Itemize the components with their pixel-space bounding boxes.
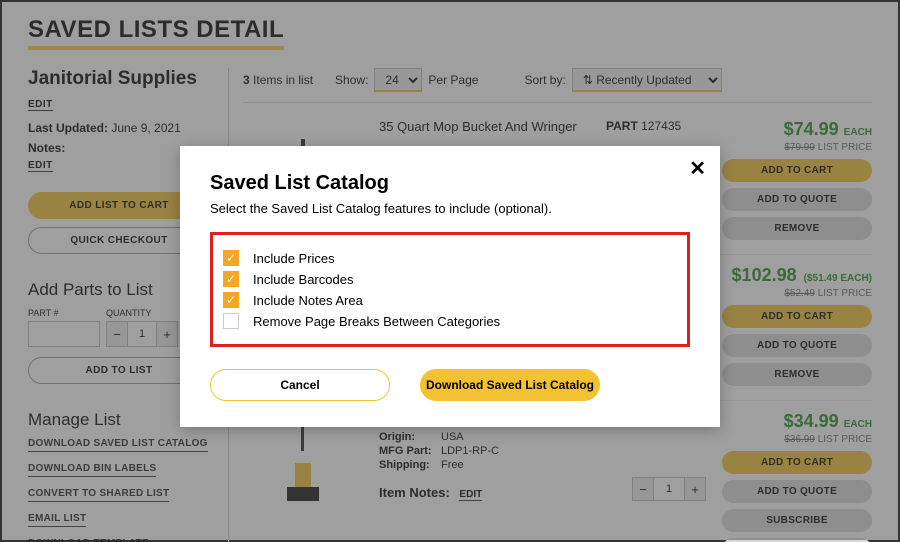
- remove-page-breaks-label: Remove Page Breaks Between Categories: [253, 314, 500, 329]
- close-icon[interactable]: ✕: [689, 156, 706, 181]
- checkbox-checked-icon[interactable]: ✓: [223, 292, 239, 308]
- checkbox-unchecked-icon[interactable]: [223, 313, 239, 329]
- modal-overlay: ✕ Saved List Catalog Select the Saved Li…: [2, 2, 898, 540]
- cancel-button[interactable]: Cancel: [210, 369, 390, 401]
- download-saved-list-catalog-button[interactable]: Download Saved List Catalog: [420, 369, 600, 401]
- checkbox-checked-icon[interactable]: ✓: [223, 250, 239, 266]
- include-barcodes-option[interactable]: ✓ Include Barcodes: [223, 271, 675, 287]
- checkbox-checked-icon[interactable]: ✓: [223, 271, 239, 287]
- modal-subtitle: Select the Saved List Catalog features t…: [210, 201, 690, 216]
- include-notes-option[interactable]: ✓ Include Notes Area: [223, 292, 675, 308]
- include-notes-label: Include Notes Area: [253, 293, 363, 308]
- modal-title: Saved List Catalog: [210, 172, 690, 195]
- include-prices-option[interactable]: ✓ Include Prices: [223, 250, 675, 266]
- remove-page-breaks-option[interactable]: Remove Page Breaks Between Categories: [223, 313, 675, 329]
- include-barcodes-label: Include Barcodes: [253, 272, 353, 287]
- saved-list-catalog-modal: ✕ Saved List Catalog Select the Saved Li…: [180, 146, 720, 427]
- catalog-options-group: ✓ Include Prices ✓ Include Barcodes ✓ In…: [210, 232, 690, 347]
- include-prices-label: Include Prices: [253, 251, 335, 266]
